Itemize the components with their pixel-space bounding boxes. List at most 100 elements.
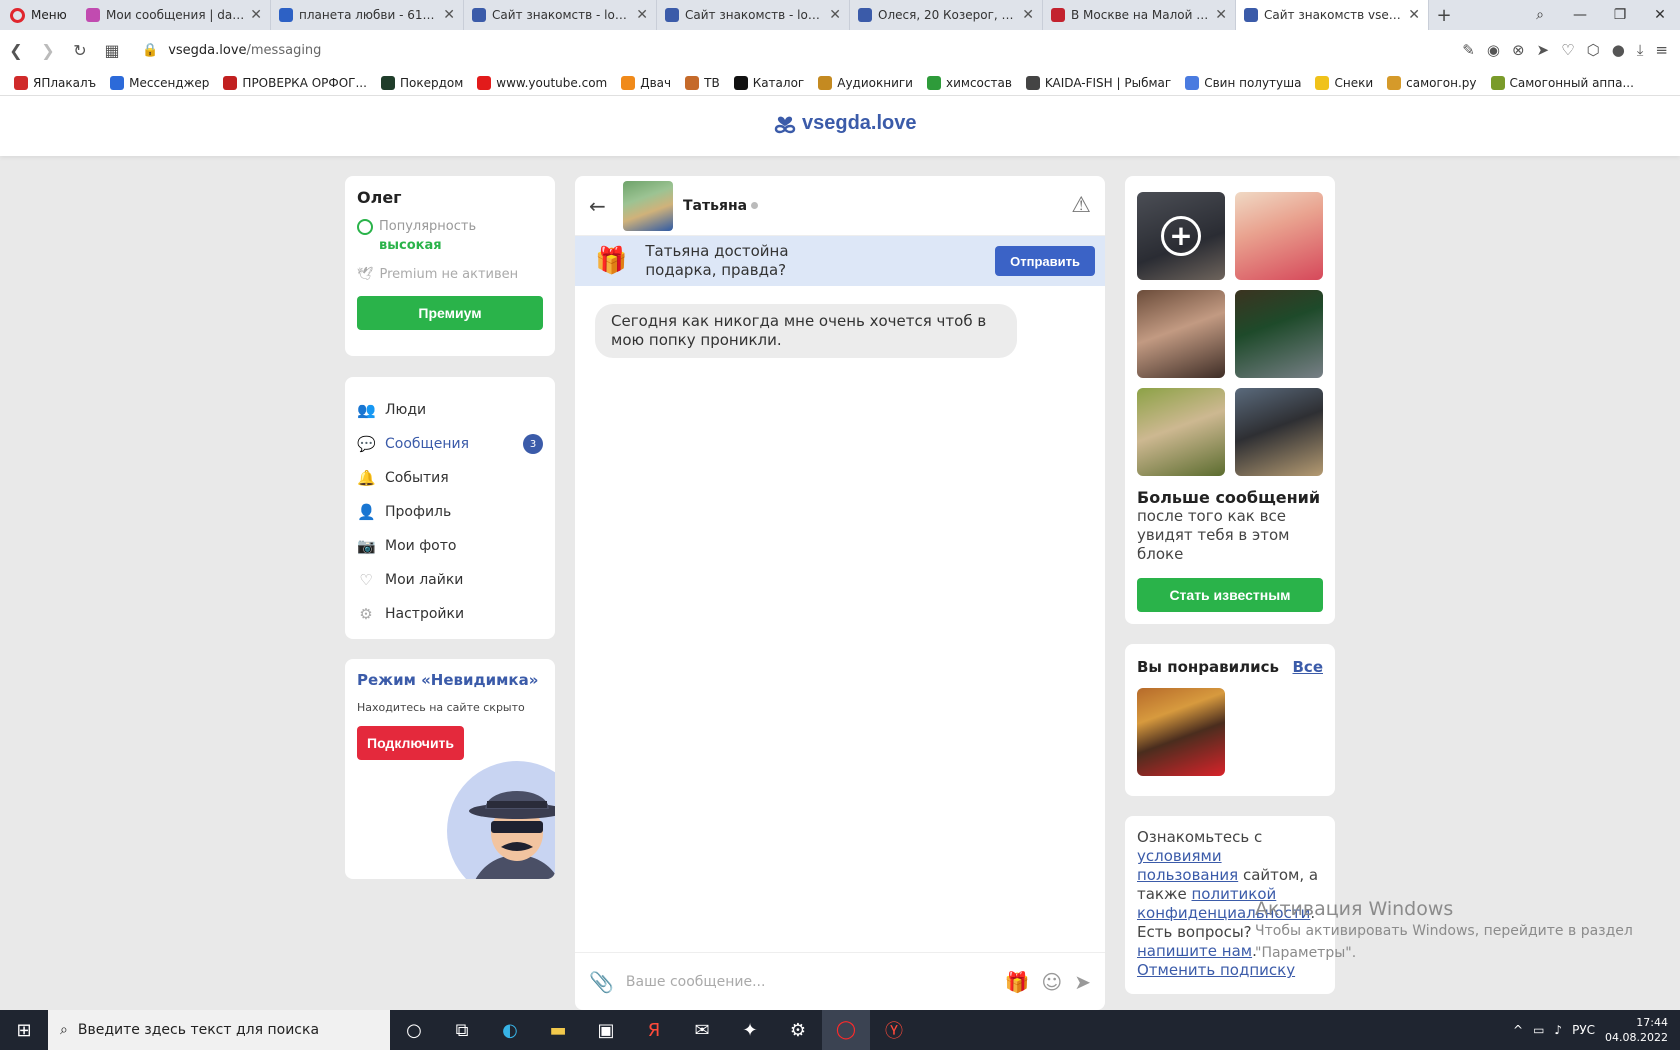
- smiley-icon[interactable]: ☺: [1041, 970, 1062, 994]
- menu-item[interactable]: 👥 Люди: [357, 393, 543, 427]
- forward-arrow-icon[interactable]: ❯: [32, 41, 64, 60]
- back-arrow-icon[interactable]: ←: [589, 194, 623, 218]
- back-arrow-icon[interactable]: ❮: [0, 41, 32, 60]
- user-photo[interactable]: [1235, 388, 1323, 476]
- bookmark-item[interactable]: Каталог: [733, 75, 804, 90]
- taskbar-search[interactable]: ⌕: [48, 1010, 390, 1050]
- profile-icon[interactable]: ●: [1612, 41, 1625, 59]
- opera-menu-button[interactable]: Меню: [0, 0, 78, 30]
- bookmark-item[interactable]: KAIDA-FISH | Рыбмаг: [1025, 75, 1171, 90]
- reload-icon[interactable]: ↻: [64, 41, 96, 60]
- browser-tab[interactable]: В Москве на Малой Дмитр ✕: [1043, 0, 1236, 30]
- bookmark-item[interactable]: ЯПлакалъ: [14, 75, 96, 90]
- close-window-icon[interactable]: ✕: [1640, 7, 1680, 23]
- bookmark-item[interactable]: самогон.ру: [1387, 75, 1477, 90]
- app-icon[interactable]: ✦: [726, 1020, 774, 1041]
- connect-invisible-button[interactable]: Подключить: [357, 726, 465, 760]
- restore-icon[interactable]: ❐: [1600, 7, 1640, 23]
- bookmark-item[interactable]: www.youtube.com: [477, 75, 607, 90]
- extensions-icon[interactable]: ⬡: [1587, 41, 1600, 59]
- tab-close-icon[interactable]: ✕: [443, 7, 455, 23]
- user-photo[interactable]: [1235, 192, 1323, 280]
- adblock-icon[interactable]: ⊗: [1512, 41, 1525, 59]
- tab-close-icon[interactable]: ✕: [1408, 7, 1420, 23]
- bookmark-item[interactable]: Мессенджер: [110, 75, 209, 90]
- become-famous-button[interactable]: Стать известным: [1137, 578, 1323, 612]
- sidebar-menu-icon[interactable]: ≡: [1655, 41, 1668, 59]
- menu-item[interactable]: 📷 Мои фото: [357, 529, 543, 563]
- user-photo[interactable]: [1137, 388, 1225, 476]
- new-tab-button[interactable]: +: [1429, 5, 1459, 26]
- minimize-icon[interactable]: —: [1560, 7, 1600, 23]
- snapshot-icon[interactable]: ◉: [1487, 41, 1500, 59]
- browser-tab[interactable]: Олеся, 20 Козерог, Москв ✕: [850, 0, 1043, 30]
- bookmark-item[interactable]: Свин полутуша: [1185, 75, 1301, 90]
- mail-icon[interactable]: ✉: [678, 1020, 726, 1041]
- menu-item[interactable]: 💬 Сообщения 3: [357, 427, 543, 461]
- tab-close-icon[interactable]: ✕: [250, 7, 262, 23]
- browser-tab[interactable]: Сайт знакомств - loveplan ✕: [464, 0, 657, 30]
- bookmark-item[interactable]: Снеки: [1315, 75, 1373, 90]
- tab-close-icon[interactable]: ✕: [636, 7, 648, 23]
- site-logo[interactable]: vsegda.love: [772, 110, 917, 136]
- contact-us-link[interactable]: напишите нам: [1137, 942, 1252, 960]
- store-icon[interactable]: ▣: [582, 1020, 630, 1041]
- yandex-browser-icon[interactable]: Ⓨ: [870, 1017, 918, 1043]
- language-indicator[interactable]: РУС: [1572, 1023, 1595, 1037]
- search-tabs-icon[interactable]: ⌕: [1520, 7, 1560, 23]
- bookmark-item[interactable]: Аудиокниги: [818, 75, 913, 90]
- edge-icon[interactable]: ◐: [486, 1020, 534, 1041]
- message-input[interactable]: [625, 973, 993, 990]
- file-explorer-icon[interactable]: ▬: [534, 1020, 582, 1041]
- bookmark-item[interactable]: Самогонный аппа...: [1490, 75, 1634, 90]
- tabs-grid-icon[interactable]: ▦: [96, 41, 128, 60]
- likes-all-link[interactable]: Все: [1293, 658, 1324, 676]
- taskbar-search-input[interactable]: [77, 1022, 328, 1038]
- windows-start-icon[interactable]: ⊞: [0, 1020, 48, 1041]
- bookmark-item[interactable]: химсостав: [926, 75, 1012, 90]
- menu-item[interactable]: ♡ Мои лайки: [357, 563, 543, 597]
- tab-close-icon[interactable]: ✕: [829, 7, 841, 23]
- tab-close-icon[interactable]: ✕: [1022, 7, 1034, 23]
- bookmark-item[interactable]: Покердом: [380, 75, 463, 90]
- send-gift-button[interactable]: Отправить: [995, 246, 1095, 276]
- bookmark-item[interactable]: Двач: [621, 75, 671, 90]
- volume-icon[interactable]: ♪: [1554, 1023, 1562, 1037]
- network-icon[interactable]: ▭: [1533, 1023, 1544, 1037]
- settings-gear-icon[interactable]: ⚙: [774, 1020, 822, 1041]
- yandex-icon[interactable]: Я: [630, 1020, 678, 1041]
- send-plane-icon[interactable]: ➤: [1074, 970, 1091, 994]
- clock[interactable]: 17:44 04.08.2022: [1605, 1015, 1668, 1045]
- report-warning-icon[interactable]: ⚠: [1071, 193, 1091, 218]
- tab-close-icon[interactable]: ✕: [1215, 7, 1227, 23]
- terms-of-use-link[interactable]: условиями пользования: [1137, 847, 1238, 884]
- url-field[interactable]: 🔒 vsegda.love/messaging: [142, 43, 321, 58]
- menu-item[interactable]: ⚙ Настройки: [357, 597, 543, 631]
- browser-tab[interactable]: Сайт знакомств vsegda.lov ✕: [1236, 0, 1429, 30]
- bookmark-item[interactable]: ТВ: [685, 75, 720, 90]
- bookmark-item[interactable]: ПРОВЕРКА ОРФОГ...: [223, 75, 367, 90]
- tray-chevron-icon[interactable]: ^: [1513, 1023, 1523, 1037]
- browser-tab[interactable]: Мои сообщения | dating.r ✕: [78, 0, 271, 30]
- cortana-icon[interactable]: ○: [390, 1020, 438, 1041]
- menu-item[interactable]: 👤 Профиль: [357, 495, 543, 529]
- contact-avatar[interactable]: [623, 180, 673, 231]
- paperclip-icon[interactable]: 📎: [589, 970, 614, 994]
- browser-tab[interactable]: Сайт знакомств - loveplan ✕: [657, 0, 850, 30]
- menu-item[interactable]: 🔔 События: [357, 461, 543, 495]
- liked-by-photo[interactable]: [1137, 688, 1225, 776]
- edit-icon[interactable]: ✎: [1462, 41, 1475, 59]
- premium-button[interactable]: Премиум: [357, 296, 543, 330]
- task-view-icon[interactable]: ⧉: [438, 1020, 486, 1041]
- download-icon[interactable]: ⤓: [1637, 41, 1644, 59]
- tab-favicon-icon: [665, 8, 679, 22]
- add-photo-tile[interactable]: +: [1137, 192, 1225, 280]
- bookmark-heart-icon[interactable]: ♡: [1561, 41, 1574, 59]
- send-icon[interactable]: ➤: [1537, 41, 1550, 59]
- gift-icon[interactable]: 🎁: [1004, 970, 1029, 994]
- contact-name[interactable]: Татьяна: [683, 198, 747, 214]
- browser-tab[interactable]: планета любви - 617 тыс. ✕: [271, 0, 464, 30]
- opera-taskbar-icon[interactable]: ◯: [822, 1010, 870, 1050]
- user-photo[interactable]: [1235, 290, 1323, 378]
- user-photo[interactable]: [1137, 290, 1225, 378]
